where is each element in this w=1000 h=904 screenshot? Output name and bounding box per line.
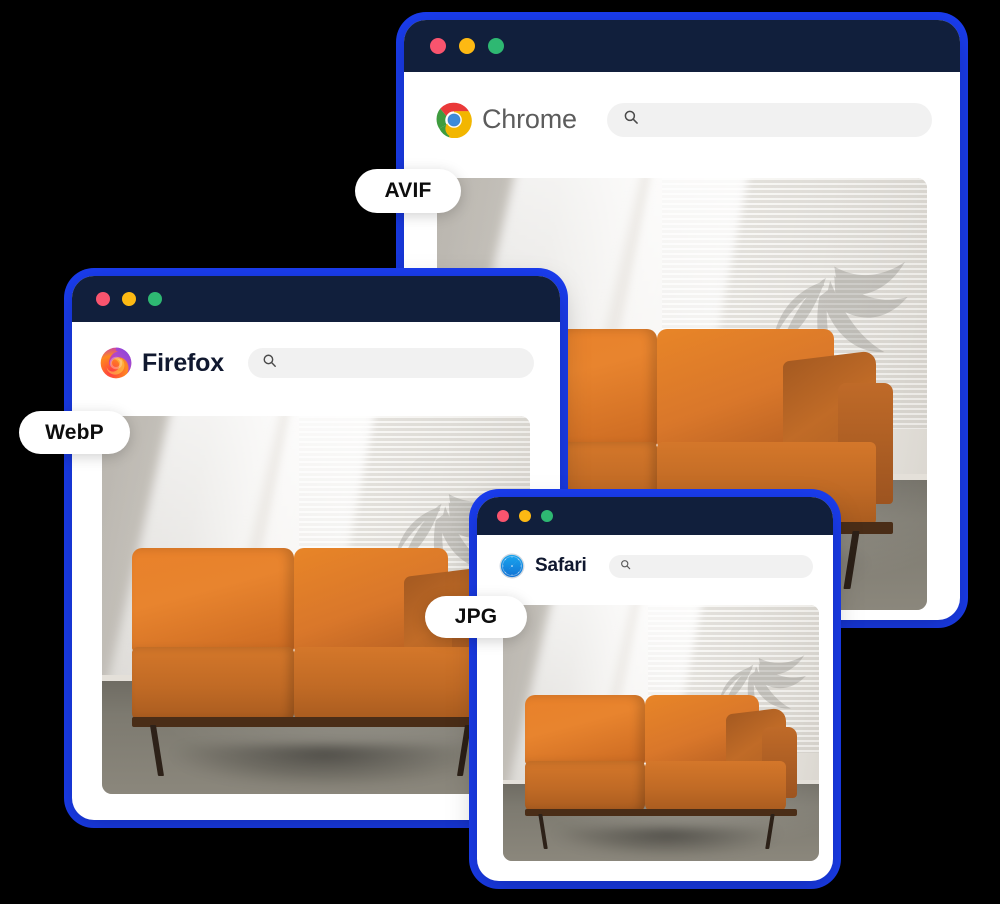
format-badge-webp[interactable]: WebP — [19, 411, 130, 454]
brand-firefox: Firefox — [100, 347, 224, 379]
maximize-dot-firefox[interactable] — [148, 292, 162, 306]
format-badge-jpg[interactable]: JPG — [425, 596, 527, 638]
chrome-logo-icon — [436, 102, 472, 138]
search-icon — [620, 557, 631, 575]
close-dot-safari[interactable] — [497, 510, 509, 522]
toolbar-firefox: Firefox — [72, 322, 560, 404]
search-icon — [623, 109, 639, 130]
search-icon — [262, 353, 277, 373]
close-dot-chrome[interactable] — [430, 38, 446, 54]
close-dot-firefox[interactable] — [96, 292, 110, 306]
browser-window-safari: Safari — [469, 489, 841, 889]
minimize-dot-safari[interactable] — [519, 510, 531, 522]
brand-name-firefox: Firefox — [142, 348, 224, 377]
search-input-firefox[interactable] — [247, 348, 534, 378]
maximize-dot-chrome[interactable] — [488, 38, 504, 54]
browser-format-showcase: Chrome AVIF Firefox WebP Safari JPG — [0, 0, 1000, 904]
toolbar-chrome: Chrome — [404, 72, 960, 167]
brand-name-chrome: Chrome — [482, 104, 577, 134]
brand-name-safari: Safari — [535, 555, 587, 576]
search-input-chrome[interactable] — [606, 102, 932, 137]
safari-compass-icon — [499, 553, 525, 579]
format-badge-avif-label: AVIF — [384, 179, 432, 202]
sofa-object — [525, 694, 797, 858]
titlebar-firefox — [72, 276, 560, 322]
brand-safari: Safari — [499, 553, 587, 579]
titlebar-safari — [477, 497, 833, 535]
brand-chrome: Chrome — [436, 102, 577, 138]
search-input-safari[interactable] — [608, 554, 813, 578]
window-body-safari: Safari — [477, 497, 833, 881]
format-badge-jpg-label: JPG — [454, 605, 498, 628]
photo-safari — [503, 605, 819, 861]
maximize-dot-safari[interactable] — [541, 510, 553, 522]
firefox-logo-icon — [100, 347, 132, 379]
minimize-dot-firefox[interactable] — [122, 292, 136, 306]
sofa-object — [131, 548, 501, 789]
toolbar-safari: Safari — [477, 535, 833, 597]
format-badge-avif[interactable]: AVIF — [355, 169, 461, 213]
format-badge-webp-label: WebP — [45, 420, 104, 444]
minimize-dot-chrome[interactable] — [459, 38, 475, 54]
titlebar-chrome — [404, 20, 960, 72]
